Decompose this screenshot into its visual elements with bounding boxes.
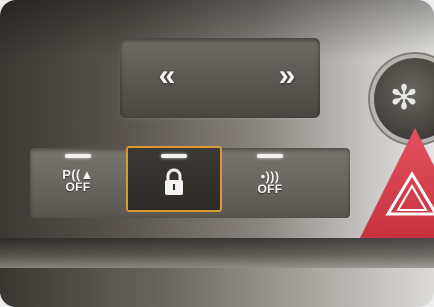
- dashboard-panel: « » ✻ P((▲ OFF •))) OFF: [0, 0, 434, 307]
- next-arrow-button[interactable]: »: [262, 56, 312, 96]
- door-lock-led: [161, 154, 187, 158]
- fan-knob[interactable]: ✻: [374, 58, 434, 140]
- navigation-rocker: « »: [120, 38, 320, 118]
- panel-lower-surface: [0, 268, 434, 307]
- fan-icon: ✻: [389, 79, 419, 117]
- sound-led: [257, 154, 283, 158]
- sound-off-label: OFF: [257, 182, 283, 196]
- button-row: P((▲ OFF •))) OFF: [30, 146, 350, 218]
- sound-off-button[interactable]: •))) OFF: [222, 148, 318, 218]
- panel-trim-strip: [0, 238, 434, 270]
- door-lock-button[interactable]: [126, 146, 222, 212]
- park-assist-led: [65, 154, 91, 158]
- park-assist-off-button[interactable]: P((▲ OFF: [30, 148, 126, 218]
- hazard-triangle-icon: [385, 171, 434, 216]
- park-assist-off-label: OFF: [65, 180, 91, 194]
- lock-icon: [165, 168, 183, 195]
- previous-arrow-button[interactable]: «: [142, 56, 192, 96]
